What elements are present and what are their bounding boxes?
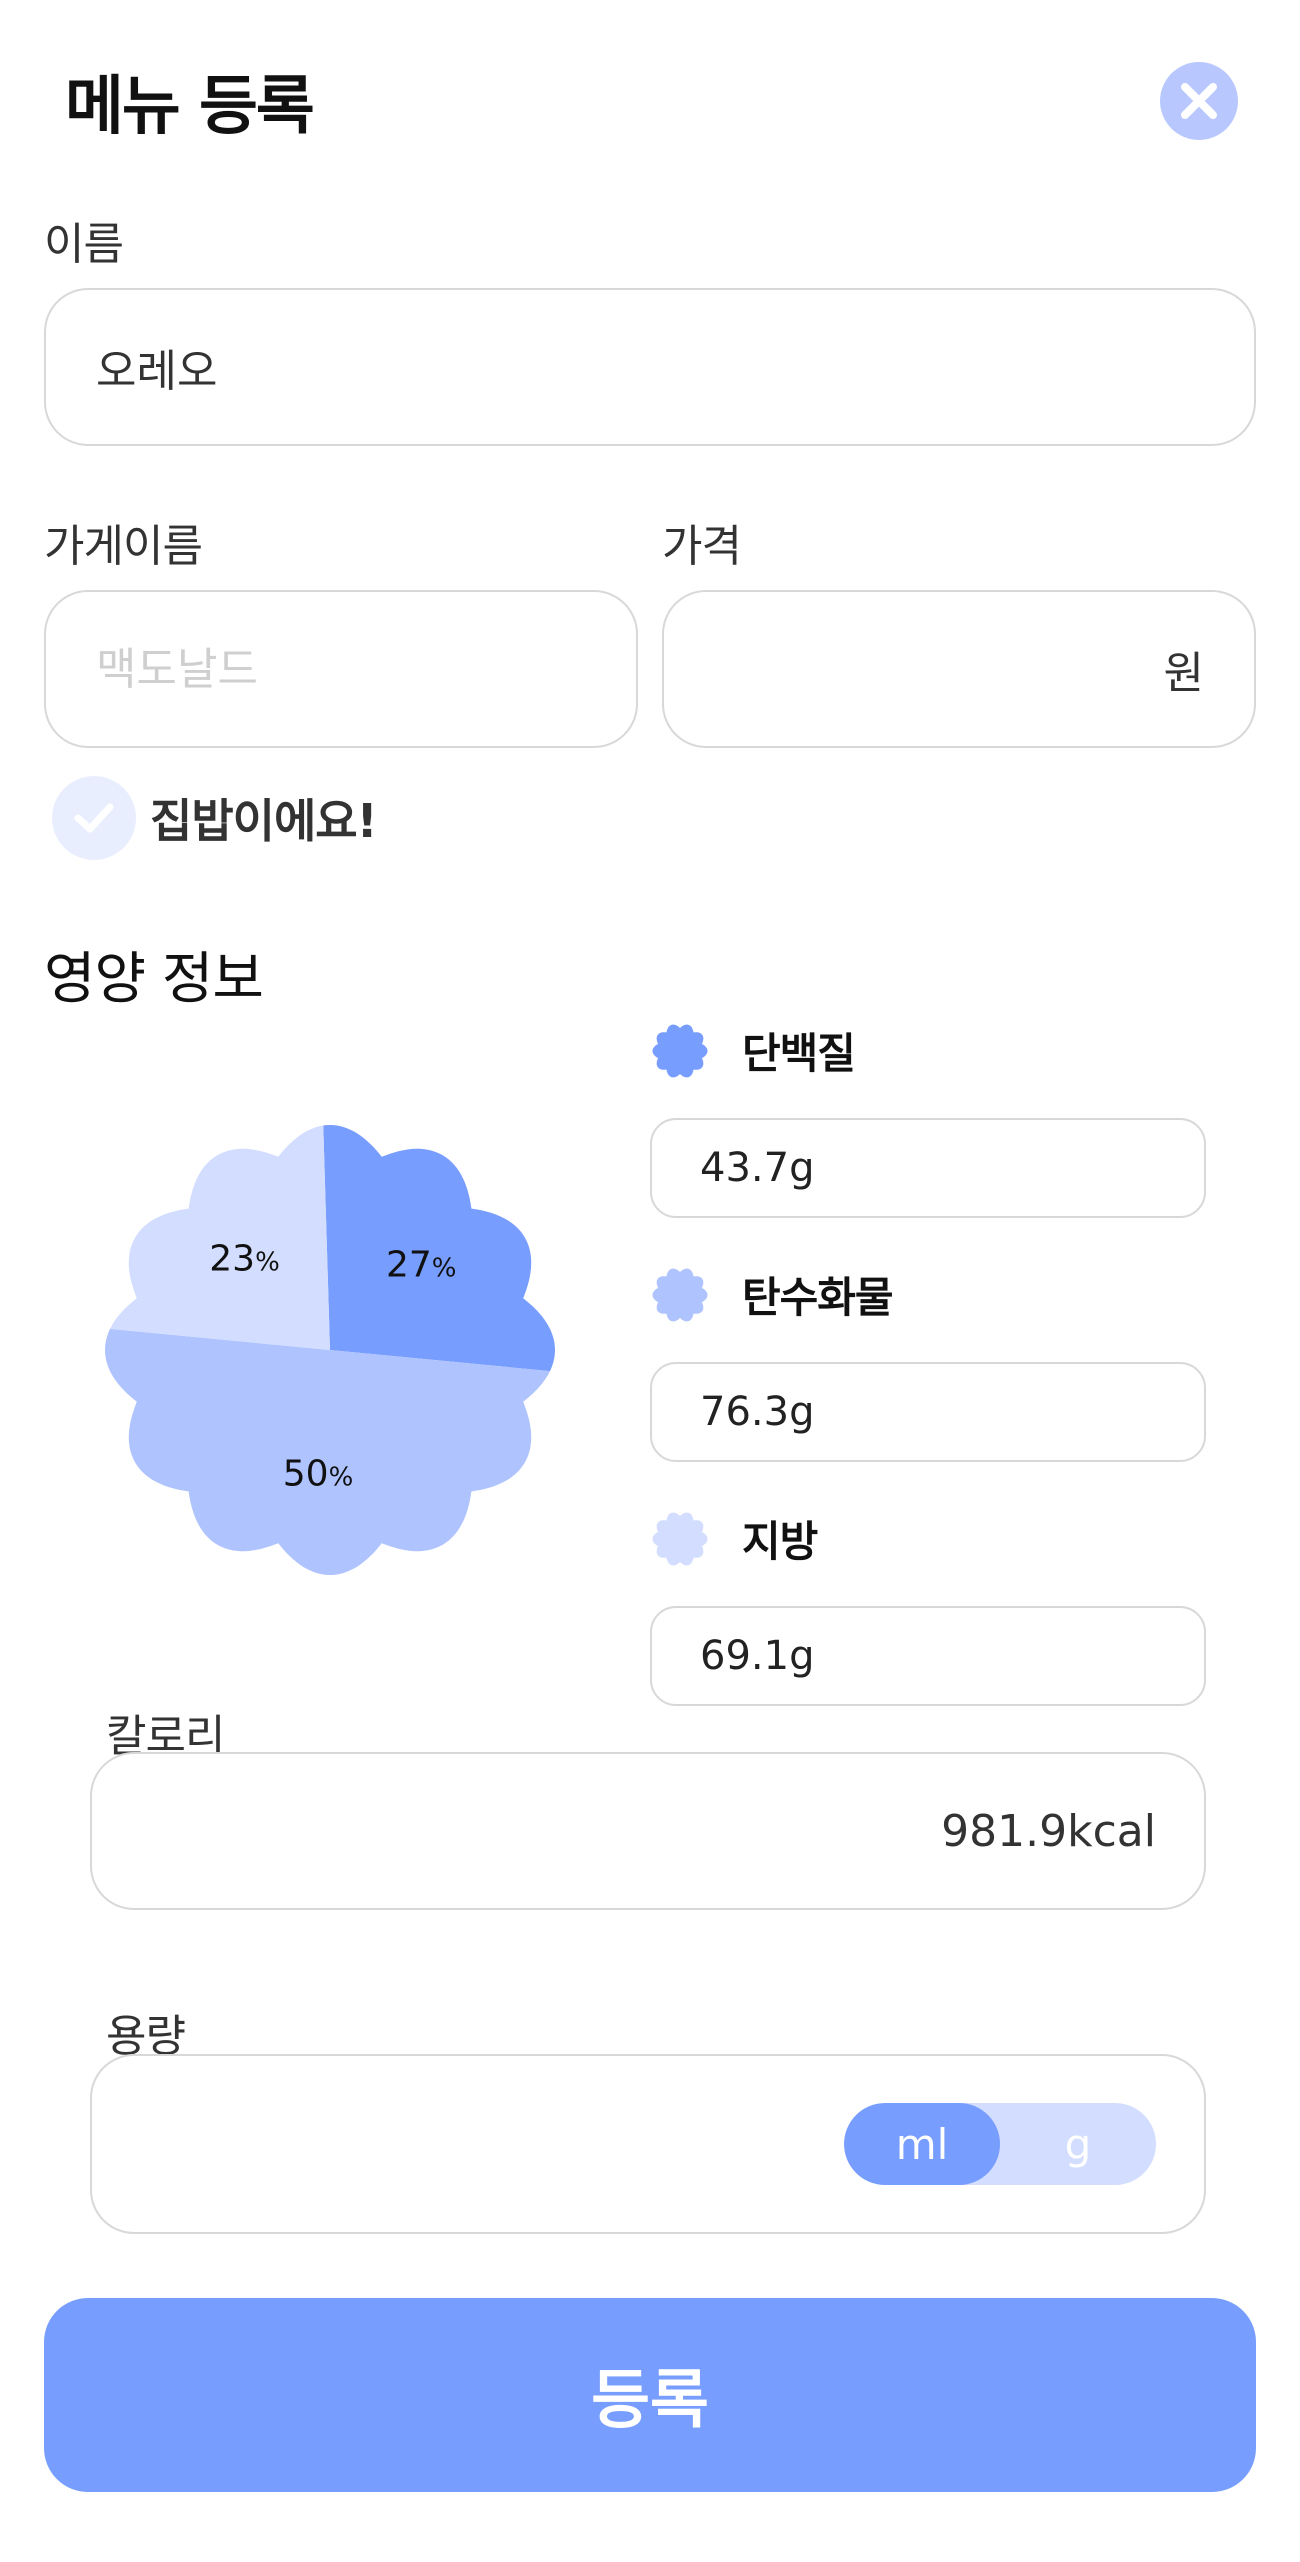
- legend-protein-label: 단백질: [742, 1029, 856, 1078]
- submit-button[interactable]: 등록: [44, 2298, 1256, 2492]
- homemade-checkbox[interactable]: 집밥이에요!: [52, 776, 378, 860]
- pie-slice-단백질: [320, 1125, 555, 1381]
- calories-field[interactable]: [90, 1752, 1206, 1910]
- checkbox-circle[interactable]: [52, 776, 136, 860]
- volume-field[interactable]: ml g: [90, 2054, 1206, 2234]
- page-title: 메뉴 등록: [65, 70, 315, 144]
- name-input[interactable]: [96, 341, 1204, 393]
- protein-input[interactable]: [700, 1145, 1156, 1191]
- flower-shape: [652, 1024, 708, 1077]
- carbs-input[interactable]: [700, 1389, 1156, 1435]
- legend-carbs-label: 탄수화물: [742, 1273, 894, 1322]
- calories-input[interactable]: [140, 1805, 1156, 1857]
- pie-label-탄수화물: 50%: [282, 1453, 354, 1495]
- legend-fat-label: 지방: [742, 1517, 818, 1566]
- flower-shape: [652, 1268, 708, 1321]
- legend-protein: 단백질: [650, 1020, 856, 1081]
- unit-g-option[interactable]: g: [1000, 2103, 1156, 2185]
- protein-field[interactable]: [650, 1118, 1206, 1218]
- pie-svg: [105, 1125, 555, 1575]
- name-field[interactable]: [44, 288, 1256, 446]
- carbs-flower-icon: [652, 1268, 708, 1321]
- store-name-input[interactable]: [96, 643, 586, 695]
- store-name-field[interactable]: [44, 590, 638, 748]
- legend-fat: 지방: [650, 1508, 818, 1569]
- fat-field[interactable]: [650, 1606, 1206, 1706]
- fat-flower-icon: [652, 1512, 708, 1565]
- price-label: 가격: [662, 521, 742, 572]
- flower-shape: [652, 1512, 708, 1565]
- homemade-label: 집밥이에요!: [150, 794, 378, 848]
- store-name-label: 가게이름: [44, 521, 203, 572]
- price-unit: 원: [1163, 648, 1204, 699]
- price-input[interactable]: [714, 643, 1156, 695]
- carbs-field[interactable]: [650, 1362, 1206, 1462]
- legend-carbs: 탄수화물: [650, 1264, 894, 1325]
- close-icon: [1181, 83, 1217, 119]
- nutrition-pie-chart: 27% 50% 23%: [80, 1100, 580, 1600]
- name-label: 이름: [44, 219, 124, 270]
- fat-input[interactable]: [700, 1633, 1156, 1679]
- pie-slice-지방: [105, 1125, 330, 1350]
- unit-toggle[interactable]: ml g: [844, 2103, 1156, 2185]
- checkmark-icon: [74, 803, 114, 833]
- unit-ml-option[interactable]: ml: [844, 2103, 1000, 2185]
- pie-label-지방: 23%: [209, 1238, 280, 1280]
- nutrition-section-title: 영양 정보: [44, 947, 264, 1012]
- pie-label-단백질: 27%: [385, 1244, 457, 1286]
- price-field[interactable]: 원: [662, 590, 1256, 748]
- protein-flower-icon: [652, 1024, 708, 1077]
- close-button[interactable]: [1160, 62, 1238, 140]
